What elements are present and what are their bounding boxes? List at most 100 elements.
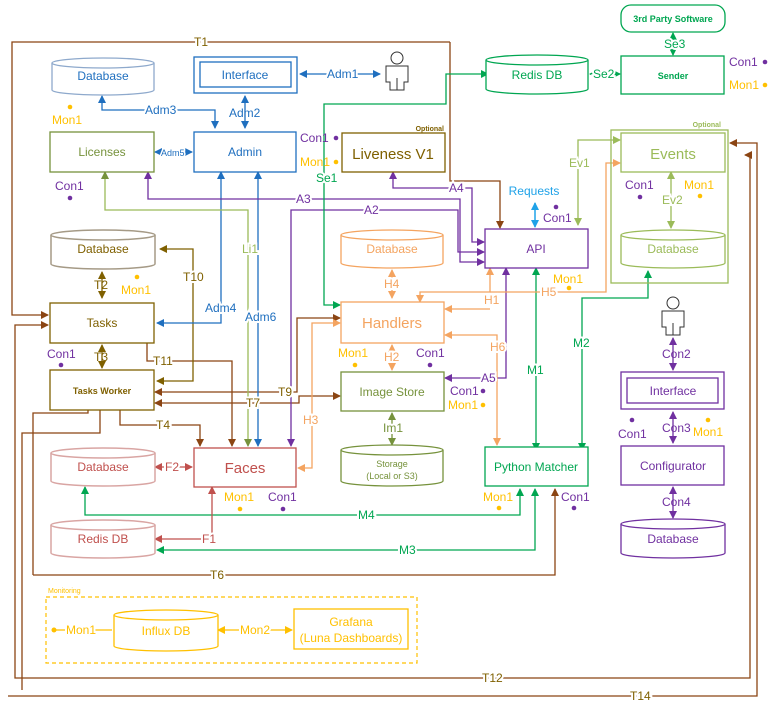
sender-label: Sender (658, 71, 689, 81)
config-database-node[interactable]: Database (620, 518, 726, 559)
tasks-mon1-dot (134, 274, 140, 280)
events-node[interactable]: Events (620, 132, 726, 173)
influx-node[interactable]: Influx DB (113, 609, 219, 652)
label-M1: M1 (527, 363, 544, 377)
handlers-database-label: Database (366, 242, 418, 256)
label-Ev2: Ev2 (662, 193, 683, 207)
licenses-con1-dot (67, 195, 73, 201)
admin-database-node[interactable]: Database (51, 57, 155, 96)
influx-label: Influx DB (142, 624, 191, 638)
label-H2: H2 (384, 350, 400, 364)
api-node[interactable]: API (484, 228, 589, 269)
label-T9: T9 (278, 385, 292, 399)
api-label: API (526, 242, 545, 256)
edge-H1 (416, 267, 494, 303)
label-Con2: Con2 (662, 347, 691, 361)
requests-label: Requests (509, 184, 560, 198)
handlers-node[interactable]: Handlers (340, 301, 445, 344)
label-Li1: Li1 (242, 242, 258, 256)
label-Adm6: Adm6 (245, 310, 277, 324)
faces-label: Faces (225, 460, 266, 477)
tasks-label: Tasks (87, 316, 118, 330)
config-interface-node[interactable]: Interface (620, 371, 725, 410)
faces-mon1-dot (237, 506, 243, 512)
events-database-node[interactable]: Database (620, 229, 726, 269)
sender-mon1: Mon1 (729, 78, 759, 92)
edge-M2 (578, 270, 652, 451)
admin-mon1-dot (333, 159, 339, 165)
faces-database-node[interactable]: Database (50, 447, 156, 487)
image-store-mon1: Mon1 (448, 398, 478, 412)
storage-label-1: Storage (376, 459, 408, 469)
events-mon1-dot (697, 193, 703, 199)
label-T7: T7 (246, 396, 260, 410)
grafana-node[interactable]: Grafana (Luna Dashboards) (293, 608, 409, 650)
third-party-node[interactable]: 3rd Party Software (620, 4, 726, 33)
grafana-label-2: (Luna Dashboards) (300, 631, 403, 645)
image-store-node[interactable]: Image Store (340, 371, 445, 412)
python-matcher-node[interactable]: Python Matcher (484, 446, 589, 487)
label-A4: A4 (449, 181, 464, 195)
tasks-database-node[interactable]: Database (50, 229, 156, 270)
user-icon (385, 51, 409, 91)
sender-node[interactable]: Sender (620, 55, 725, 95)
faces-node[interactable]: Faces (193, 447, 297, 488)
matcher-mon1: Mon1 (483, 490, 513, 504)
matcher-con1: Con1 (561, 490, 590, 504)
tasks-con1: Con1 (47, 347, 76, 361)
label-Mon1-influx: Mon1 (66, 623, 96, 637)
admin-interface-label: Interface (222, 68, 269, 82)
label-T2: T2 (94, 278, 108, 292)
grafana-label-1: Grafana (329, 615, 373, 629)
label-H3: H3 (303, 413, 319, 427)
configurator-node[interactable]: Configurator (620, 445, 725, 486)
label-Con4: Con4 (662, 495, 691, 509)
licenses-mon1: Mon1 (52, 113, 82, 127)
licenses-node[interactable]: Licenses (49, 131, 155, 173)
third-party-label: 3rd Party Software (633, 14, 713, 24)
label-Se1: Se1 (316, 171, 338, 185)
admin-mon1: Mon1 (300, 155, 330, 169)
handlers-label: Handlers (362, 315, 422, 332)
admin-interface-node[interactable]: Interface (193, 56, 298, 94)
faces-redis-label: Redis DB (78, 532, 129, 546)
configurator-mon1: Mon1 (693, 425, 723, 439)
label-T1: T1 (194, 35, 208, 49)
liveness-label: Liveness V1 (352, 146, 434, 163)
configurator-con1-dot (629, 417, 635, 423)
monitoring-tag: Monitoring (48, 588, 81, 595)
image-store-mon1-dot (480, 402, 486, 408)
image-store-con1: Con1 (450, 384, 479, 398)
label-Adm5: Adm5 (161, 148, 185, 158)
label-Mon2: Mon2 (240, 623, 270, 637)
api-con1-dot (553, 204, 559, 210)
tasks-node[interactable]: Tasks (49, 302, 155, 344)
licenses-mon1-dot (67, 104, 73, 110)
faces-con1-dot (280, 506, 286, 512)
faces-redis-node[interactable]: Redis DB (50, 519, 156, 559)
api-mon1-dot (566, 285, 572, 291)
label-T10: T10 (183, 270, 204, 284)
label-A5: A5 (481, 371, 496, 385)
config-database-label: Database (647, 532, 699, 546)
faces-database-label: Database (77, 460, 129, 474)
matcher-mon1-dot (496, 505, 502, 511)
handlers-mon1-dot (352, 362, 358, 368)
label-A3: A3 (296, 192, 311, 206)
licenses-label: Licenses (78, 145, 125, 159)
handlers-database-node[interactable]: Database (340, 229, 444, 269)
label-Adm2: Adm2 (229, 106, 261, 120)
redis-sender-node[interactable]: Redis DB (485, 54, 589, 95)
label-M3: M3 (399, 543, 416, 557)
api-mon1: Mon1 (553, 272, 583, 286)
label-T3: T3 (94, 350, 108, 364)
admin-label: Admin (228, 145, 262, 159)
admin-node[interactable]: Admin (193, 131, 297, 173)
tasks-worker-node[interactable]: Tasks Worker (49, 369, 155, 411)
configurator-mon1-dot (705, 417, 711, 423)
events-database-label: Database (647, 242, 699, 256)
tasks-mon1: Mon1 (121, 283, 151, 297)
liveness-node[interactable]: Optional Liveness V1 (341, 126, 446, 173)
label-H5: H5 (541, 285, 557, 299)
storage-node[interactable]: Storage (Local or S3) (340, 444, 444, 487)
